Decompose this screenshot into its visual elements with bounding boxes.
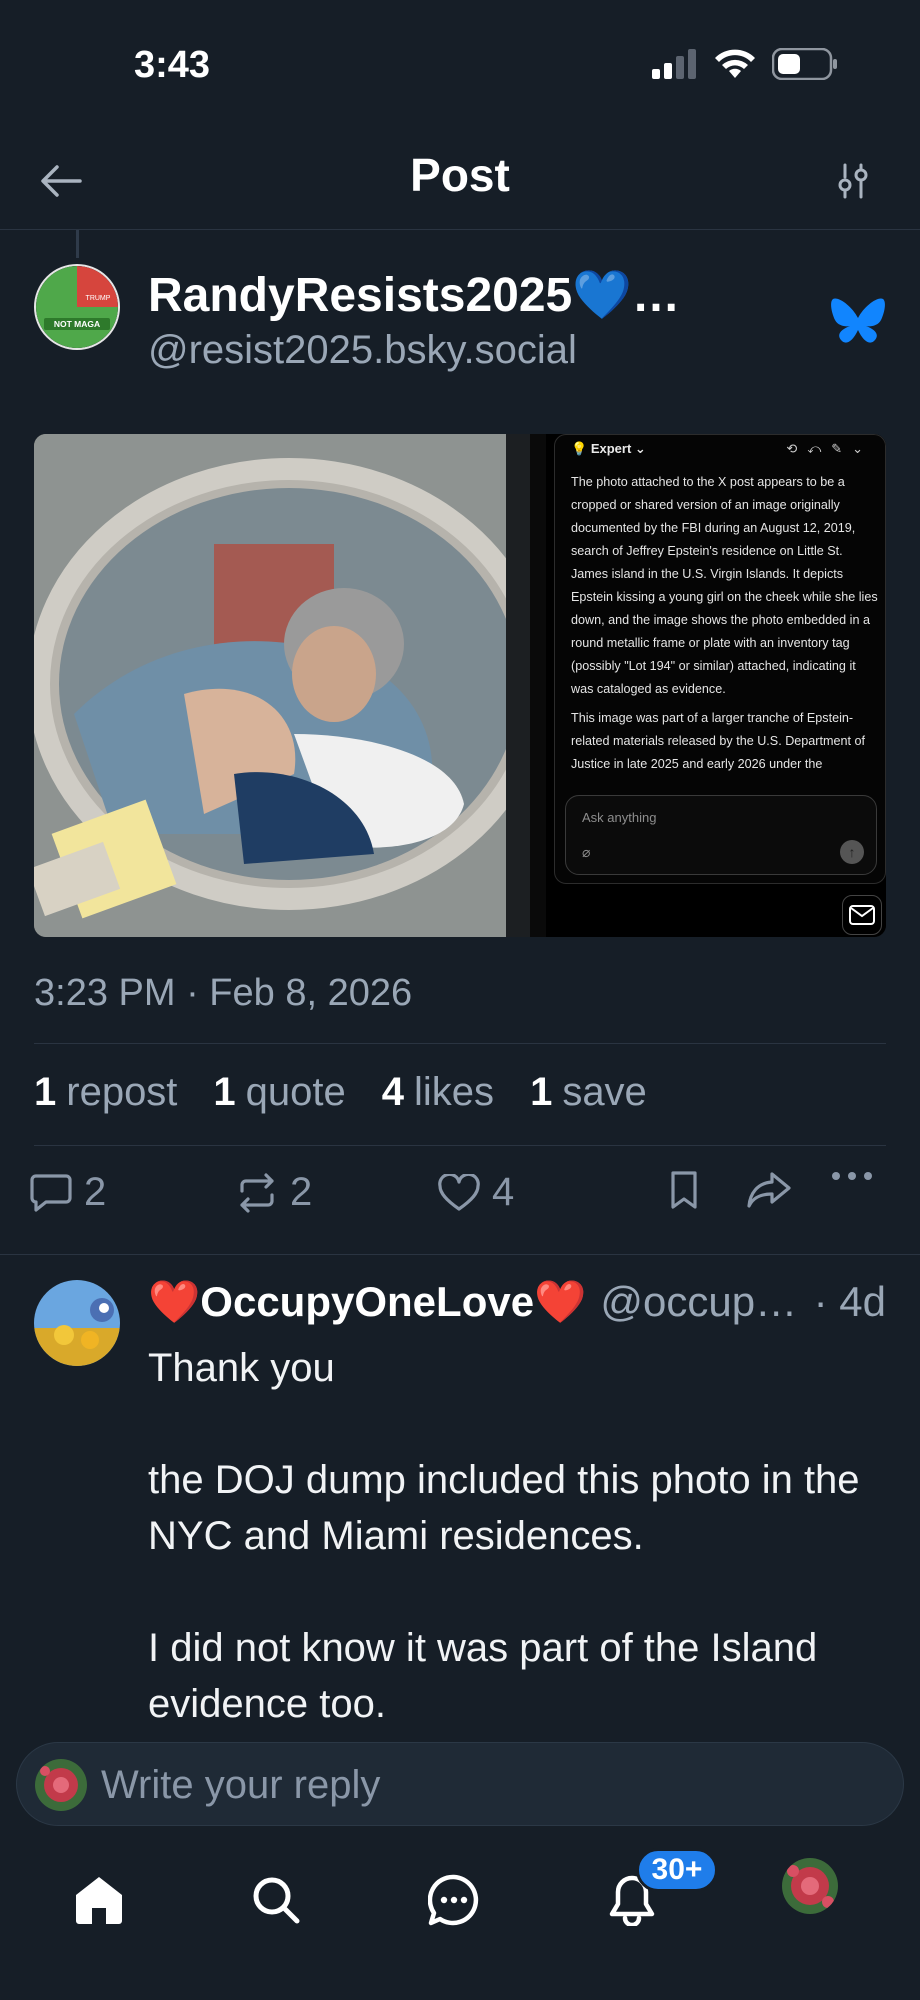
status-icons xyxy=(652,48,838,80)
chat-bubble-icon xyxy=(428,1874,479,1926)
bottom-tab-bar: 30+ xyxy=(0,1840,920,2000)
reply-paragraph: the DOJ dump included this photo in the … xyxy=(148,1458,860,1558)
reply-avatar[interactable] xyxy=(34,1280,120,1366)
bookmark-icon xyxy=(671,1171,697,1209)
post-stats: 1 repost 1 quote 4 likes 1 save xyxy=(34,1070,647,1115)
cellular-signal-icon xyxy=(652,49,696,79)
tab-home[interactable] xyxy=(59,1860,139,1940)
photo-illustration xyxy=(34,434,550,937)
reply-avatar-image xyxy=(34,1280,120,1366)
post-timestamp: 3:23 PM · Feb 8, 2026 xyxy=(34,972,413,1014)
ai-answer-screenshot: 💡 Expert ⌄ ⟲⤺✎⌄ The photo attached to th… xyxy=(546,434,886,937)
battery-icon xyxy=(772,48,837,80)
share-arrow-icon xyxy=(747,1172,791,1208)
reply-composer[interactable]: Write your reply xyxy=(16,1742,904,1826)
thread-settings-button[interactable] xyxy=(828,156,878,206)
author-display-name[interactable]: RandyResists2025💙… xyxy=(148,266,680,323)
repost-count: 2 xyxy=(290,1170,313,1214)
reply-paragraph: Thank you xyxy=(148,1346,335,1390)
image-divider xyxy=(506,434,530,937)
author-avatar[interactable]: TRUMP NOT MAGA xyxy=(34,264,120,350)
thread-connector-line xyxy=(76,230,79,258)
quotes-stat[interactable]: 1 quote xyxy=(213,1070,345,1115)
reply-placeholder: Write your reply xyxy=(101,1763,381,1807)
ask-input: Ask anything ⌀ ↑ xyxy=(565,795,877,875)
status-time: 3:43 xyxy=(134,44,211,86)
notifications-badge: 30+ xyxy=(636,1848,718,1892)
tab-search[interactable] xyxy=(236,1860,316,1940)
comment-icon xyxy=(30,1173,72,1212)
bookmark-button[interactable] xyxy=(668,1170,700,1210)
expert-paragraph: This image was part of a larger tranche … xyxy=(571,711,865,771)
search-icon xyxy=(253,1877,300,1924)
like-count: 4 xyxy=(492,1170,515,1214)
divider xyxy=(34,1043,886,1044)
nav-header: Post xyxy=(0,130,920,230)
sliders-icon xyxy=(838,163,868,199)
reposts-stat[interactable]: 1 repost xyxy=(34,1070,177,1115)
tab-chat[interactable] xyxy=(414,1860,494,1940)
avatar-top-text: TRUMP xyxy=(86,295,111,302)
reply-handle[interactable]: @occup… xyxy=(600,1278,797,1325)
tab-profile[interactable] xyxy=(782,1858,838,1914)
post-actions: 2 2 4 xyxy=(30,1170,890,1230)
like-button[interactable]: 4 xyxy=(438,1170,514,1215)
reply-body: Thank you the DOJ dump included this pho… xyxy=(148,1340,888,1788)
reply-header: ❤️OccupyOneLove❤️ @occup… · 4d xyxy=(148,1278,888,1332)
bluesky-butterfly-icon xyxy=(831,298,885,343)
ask-placeholder: Ask anything xyxy=(582,810,657,825)
reply-button[interactable]: 2 xyxy=(30,1170,106,1215)
my-avatar xyxy=(35,1759,87,1811)
avatar-image: TRUMP NOT MAGA xyxy=(36,266,118,348)
author-handle[interactable]: @resist2025.bsky.social xyxy=(148,328,577,373)
bulb-icon: 💡 xyxy=(571,441,588,456)
expert-paragraph: The photo attached to the X post appears… xyxy=(571,475,878,696)
reply-age: · 4d xyxy=(813,1278,886,1325)
avatar-bottom-text: NOT MAGA xyxy=(54,319,100,329)
home-icon xyxy=(76,1877,122,1924)
reply-paragraph: I did not know it was part of the Island… xyxy=(148,1626,818,1726)
page-title: Post xyxy=(410,149,510,201)
chevron-down-icon: ⌄ xyxy=(634,441,646,456)
expert-label: 💡 Expert ⌄ xyxy=(571,441,646,456)
my-avatar-image xyxy=(35,1759,87,1811)
wifi-icon xyxy=(715,49,755,78)
expert-panel: 💡 Expert ⌄ ⟲⤺✎⌄ The photo attached to th… xyxy=(554,434,886,884)
expert-text: The photo attached to the X post appears… xyxy=(571,471,879,782)
status-bar: 3:43 xyxy=(0,0,920,130)
divider xyxy=(34,1145,886,1146)
ellipsis-icon xyxy=(832,1172,872,1180)
paperclip-icon: ⌀ xyxy=(582,844,591,860)
reply-display-name[interactable]: ❤️OccupyOneLove❤️ xyxy=(148,1278,586,1325)
profile-avatar-image xyxy=(782,1858,838,1914)
mail-icon xyxy=(842,895,882,935)
reply-count: 2 xyxy=(84,1170,107,1214)
share-button[interactable] xyxy=(746,1170,792,1210)
repost-icon xyxy=(240,1172,274,1213)
expert-toolbar-icons: ⟲⤺✎⌄ xyxy=(786,441,873,456)
evidence-photo xyxy=(34,434,550,937)
heart-icon xyxy=(438,1173,480,1211)
send-arrow-icon: ↑ xyxy=(840,840,864,864)
post-image[interactable]: 💡 Expert ⌄ ⟲⤺✎⌄ The photo attached to th… xyxy=(34,434,886,937)
divider xyxy=(0,1254,920,1255)
likes-stat[interactable]: 4 likes xyxy=(382,1070,494,1115)
repost-button[interactable]: 2 xyxy=(236,1170,312,1215)
more-options-button[interactable] xyxy=(830,1170,874,1182)
saves-stat[interactable]: 1 save xyxy=(530,1070,647,1115)
